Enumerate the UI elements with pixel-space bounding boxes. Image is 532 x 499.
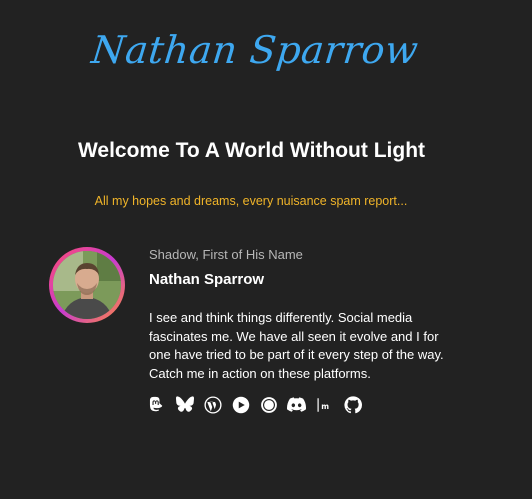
tagline: All my hopes and dreams, every nuisance … bbox=[94, 194, 408, 208]
mastodon-icon[interactable] bbox=[147, 395, 166, 414]
bluesky-icon[interactable] bbox=[175, 395, 194, 414]
discord-icon[interactable] bbox=[287, 395, 306, 414]
threads-icon[interactable] bbox=[259, 395, 278, 414]
site-logo[interactable]: Nathan Sparrow bbox=[0, 28, 512, 72]
avatar bbox=[49, 247, 125, 323]
wordpress-icon[interactable] bbox=[203, 395, 222, 414]
avatar-photo bbox=[53, 251, 121, 319]
github-icon[interactable] bbox=[343, 395, 362, 414]
profile-name: Nathan Sparrow bbox=[149, 271, 265, 288]
micro-blog-icon[interactable] bbox=[231, 395, 250, 414]
medium-icon[interactable]: m bbox=[315, 395, 334, 414]
social-links: m bbox=[147, 395, 362, 414]
profile-bio: I see and think things differently. Soci… bbox=[149, 310, 444, 381]
page-headline: Welcome To A World Without Light bbox=[77, 139, 426, 162]
profile-subtitle: Shadow, First of His Name bbox=[149, 247, 303, 262]
svg-text:m: m bbox=[321, 401, 329, 410]
